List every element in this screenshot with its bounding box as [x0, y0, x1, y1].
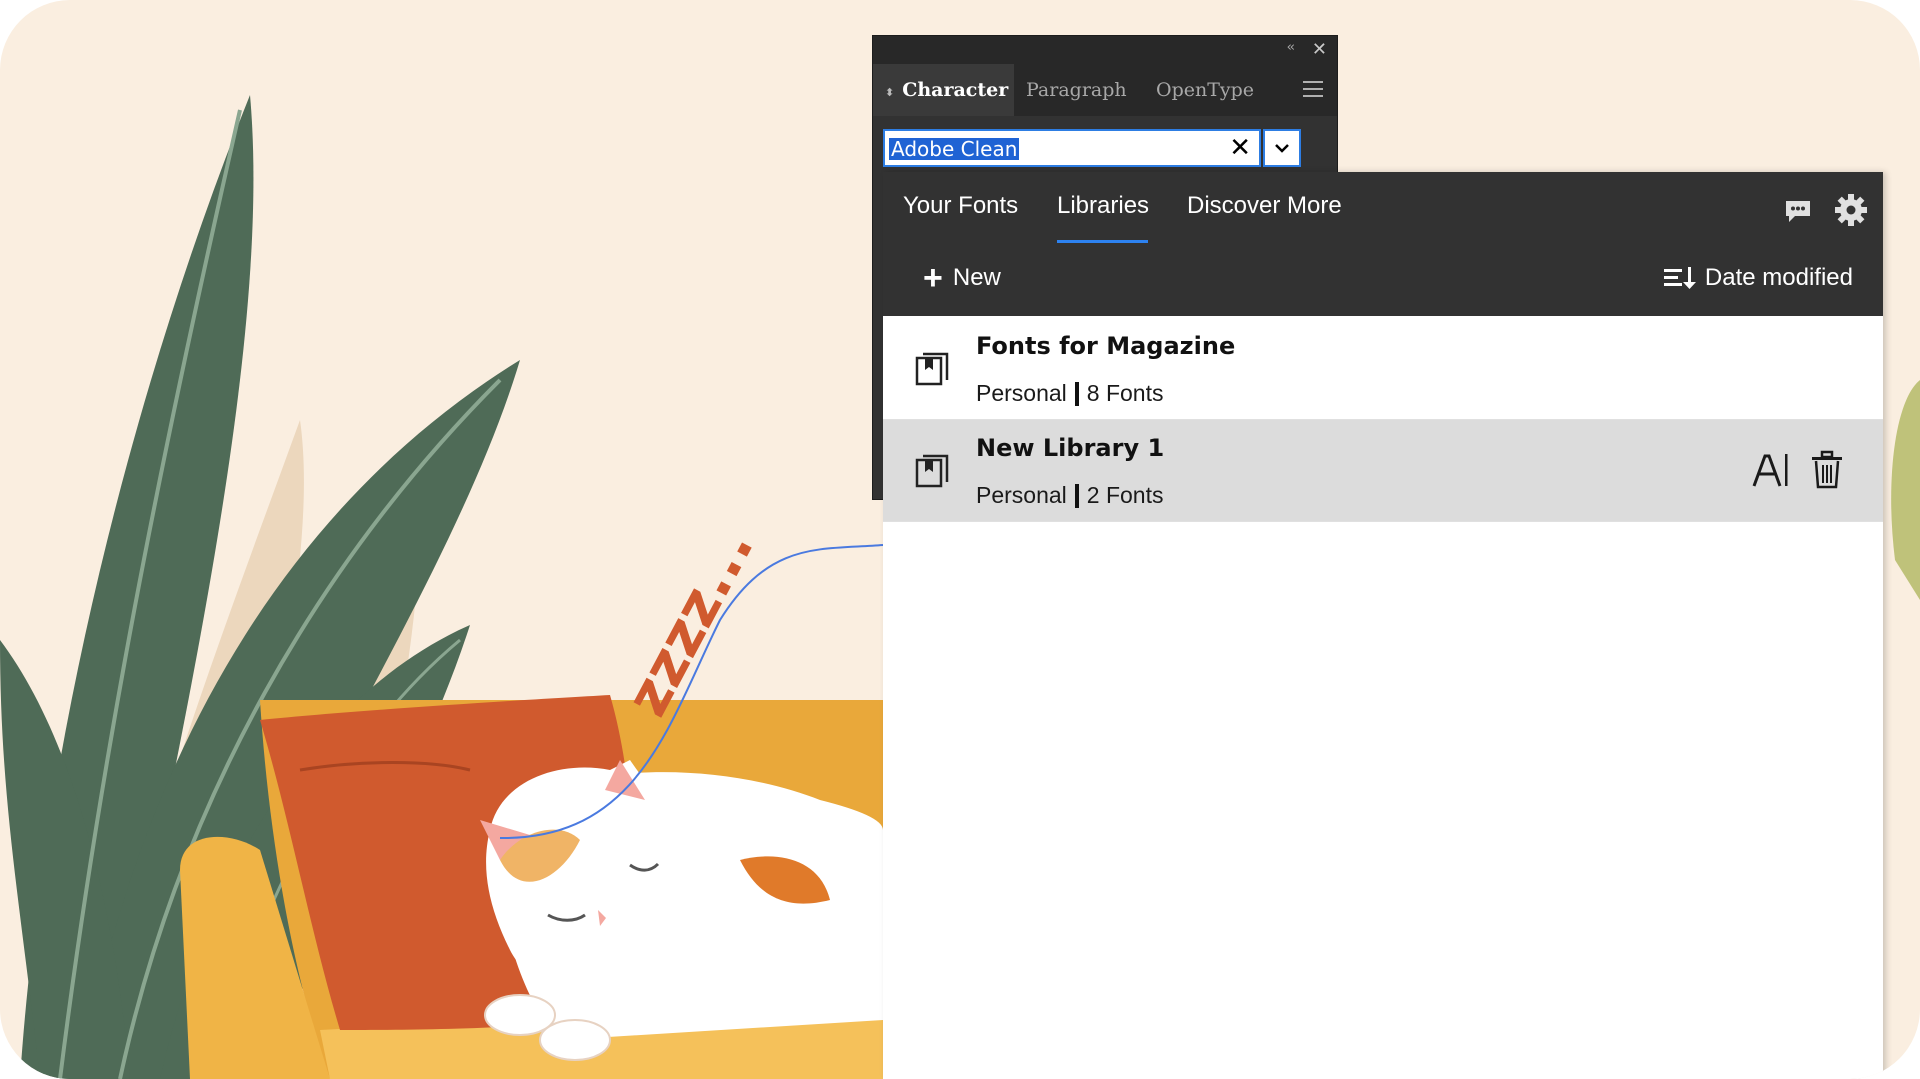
- trash-icon[interactable]: [1809, 450, 1845, 490]
- app-frame: zzzz... ‹‹ ✕ ⬍ Character Paragraph OpenT…: [0, 0, 1920, 1079]
- character-panel-tabs: ⬍ Character Paragraph OpenType: [873, 64, 1337, 116]
- feedback-icon[interactable]: [1783, 198, 1813, 224]
- library-row[interactable]: Fonts for Magazine Personal 8 Fonts: [883, 318, 1883, 420]
- library-row[interactable]: New Library 1 Personal 2 Fonts: [883, 420, 1883, 522]
- new-library-label: New: [952, 264, 1001, 291]
- font-family-value: Adobe Clean: [889, 137, 1020, 161]
- active-tab-indicator: [1057, 240, 1148, 243]
- sleep-text: zzzz...: [612, 517, 766, 727]
- library-meta: Personal 8 Fonts: [976, 380, 1164, 407]
- reorder-icon: ⬍: [885, 86, 895, 99]
- library-type: Personal: [976, 380, 1067, 406]
- close-icon[interactable]: ✕: [1312, 39, 1327, 60]
- library-meta: Personal 2 Fonts: [976, 482, 1164, 509]
- font-family-field[interactable]: Adobe Clean ✕: [883, 129, 1261, 167]
- library-type: Personal: [976, 482, 1067, 508]
- tab-paragraph-label: Paragraph: [1026, 79, 1127, 101]
- clear-icon[interactable]: ✕: [1229, 134, 1251, 162]
- sort-button[interactable]: Date modified: [1663, 264, 1853, 292]
- library-icon: [915, 352, 949, 386]
- chevron-down-icon: [1275, 144, 1289, 153]
- tab-opentype[interactable]: OpenType: [1144, 64, 1264, 116]
- gear-icon[interactable]: [1833, 192, 1869, 228]
- tab-character[interactable]: ⬍ Character: [873, 64, 1014, 116]
- library-font-count: 2 Fonts: [1086, 482, 1164, 508]
- panel-menu-icon[interactable]: [1303, 81, 1323, 102]
- tab-opentype-label: OpenType: [1156, 79, 1255, 101]
- new-library-button[interactable]: + New: [923, 259, 1001, 297]
- divider: [1074, 483, 1079, 508]
- tab-character-label: Character: [902, 79, 1009, 101]
- collapse-icon[interactable]: ‹‹: [1287, 40, 1296, 55]
- tab-discover-more[interactable]: Discover More: [1187, 192, 1342, 220]
- library-name: Fonts for Magazine: [976, 332, 1236, 360]
- tab-libraries[interactable]: Libraries: [1057, 192, 1149, 220]
- library-font-count: 8 Fonts: [1086, 380, 1164, 406]
- library-name: New Library 1: [976, 434, 1165, 462]
- rename-text-icon[interactable]: [1751, 450, 1791, 490]
- fonts-flyout-panel: Your Fonts Libraries Discover More + New…: [883, 172, 1883, 1079]
- plus-icon: +: [923, 259, 943, 297]
- sort-label: Date modified: [1704, 264, 1853, 291]
- fonts-panel-header: Your Fonts Libraries Discover More + New…: [883, 172, 1883, 316]
- divider: [1074, 381, 1079, 406]
- font-family-dropdown[interactable]: [1263, 129, 1301, 167]
- sort-icon: [1663, 267, 1696, 289]
- tab-paragraph[interactable]: Paragraph: [1014, 64, 1144, 116]
- tab-your-fonts[interactable]: Your Fonts: [903, 192, 1018, 220]
- library-icon: [915, 454, 949, 488]
- panel-titlebar: ‹‹ ✕: [873, 36, 1337, 64]
